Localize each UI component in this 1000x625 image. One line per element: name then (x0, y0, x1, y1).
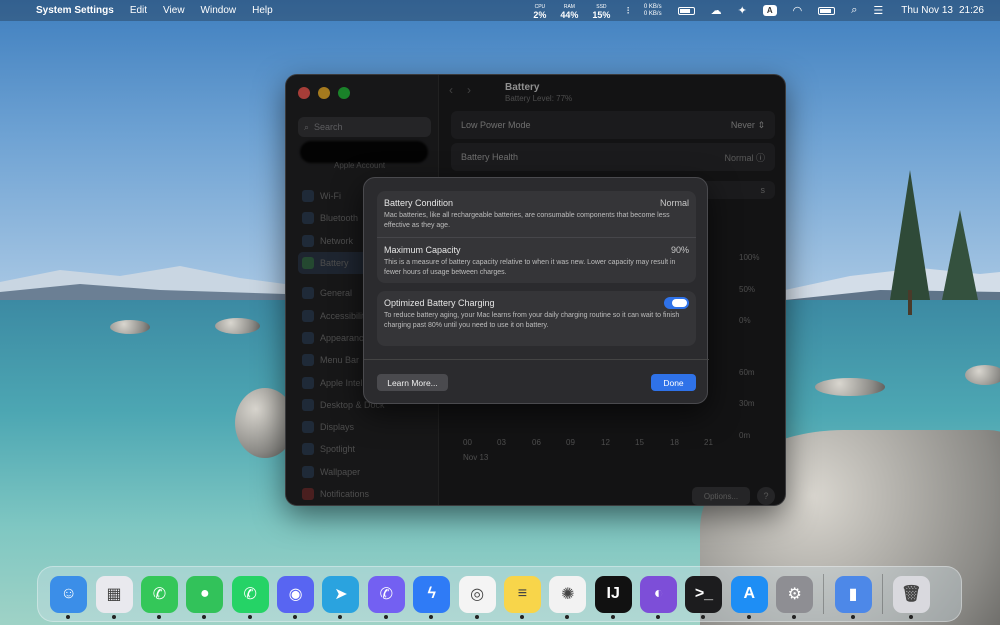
running-indicator (338, 614, 343, 619)
github-desktop-icon[interactable]: ◐ (640, 575, 678, 619)
optimized-charging-section: Optimized Battery Charging To reduce bat… (377, 291, 696, 330)
network-speed[interactable]: 0 KB/s 0 KB/s (644, 4, 662, 18)
cpu-stat-value: 2% (533, 9, 547, 20)
menu-time: 21:26 (958, 5, 984, 16)
menu-view[interactable]: View (163, 5, 185, 16)
menu-bar-extras: CPU 2% RAM 44% SSD 15% ⁝ 0 KB/s 0 KB/s ☁… (519, 0, 990, 21)
dock-divider (823, 574, 825, 614)
chrome-icon[interactable]: ◎ (458, 575, 496, 619)
messages-icon[interactable]: ● (186, 575, 224, 619)
launchpad-icon[interactable]: ▦ (95, 575, 133, 619)
discord-icon[interactable]: ◉ (277, 575, 315, 619)
cloud-icon[interactable]: ☁ (711, 4, 722, 17)
intellij-icon[interactable]: IJ (594, 575, 632, 619)
ssd-stat-value: 15% (592, 9, 611, 20)
net-upload: 0 KB/s (643, 3, 662, 10)
menu-window[interactable]: Window (201, 5, 237, 16)
running-indicator (383, 614, 388, 619)
running-indicator (247, 614, 252, 619)
running-indicator (908, 614, 913, 619)
running-indicator (565, 614, 570, 619)
done-button[interactable]: Done (651, 374, 696, 391)
focus-icon[interactable]: ✦ (738, 4, 747, 17)
battery-condition-value: Normal (659, 198, 689, 208)
menu-edit[interactable]: Edit (130, 5, 147, 16)
menu-clock[interactable]: Thu Nov 13 21:26 (901, 5, 990, 16)
wallpaper-rock (110, 320, 150, 334)
menu-bar: System Settings Edit View Window Help CP… (0, 0, 1000, 21)
wallpaper-rock (815, 378, 885, 396)
optimized-charging-toggle[interactable] (664, 297, 689, 309)
control-center-icon[interactable]: ☰ (873, 4, 883, 17)
optimized-charging-title: Optimized Battery Charging (384, 298, 495, 308)
finder-icon[interactable]: ☺ (50, 575, 88, 619)
wallpaper-trees (890, 170, 978, 315)
running-indicator (792, 614, 797, 619)
running-indicator (519, 614, 524, 619)
ram-stat-value: 44% (560, 9, 579, 20)
running-indicator (746, 614, 751, 619)
battery-icon[interactable] (818, 6, 836, 15)
battery-info-card: Battery Condition Normal Mac batteries, … (377, 191, 696, 283)
telegram-icon[interactable]: ➤ (322, 575, 360, 619)
whatsapp-icon[interactable]: ✆ (231, 575, 269, 619)
wallpaper-rock (965, 365, 1000, 385)
notes-icon[interactable]: ≡ (503, 575, 541, 619)
maximum-capacity-section: Maximum Capacity 90% This is a measure o… (377, 237, 696, 283)
input-source-badge: A (762, 5, 777, 16)
battery-status-icon[interactable] (677, 6, 695, 15)
battery-condition-description: Mac batteries, like all rechargeable bat… (384, 212, 670, 229)
wifi-icon[interactable]: ◠ (793, 4, 803, 17)
spotlight-search-icon[interactable]: ⌕ (851, 4, 857, 17)
battery-condition-title: Battery Condition (384, 198, 454, 208)
input-source-icon[interactable]: A (762, 5, 777, 16)
terminal-icon[interactable]: >_ (685, 575, 723, 619)
battery-health-sheet: Battery Condition Normal Mac batteries, … (363, 177, 709, 404)
running-indicator (610, 614, 615, 619)
battery-condition-section: Battery Condition Normal Mac batteries, … (377, 191, 696, 237)
menu-help[interactable]: Help (252, 5, 273, 16)
sensors-icon[interactable]: ⁝ (626, 4, 630, 17)
running-indicator (293, 614, 298, 619)
battery-app-icon[interactable]: ▮ (834, 575, 872, 619)
chatgpt-icon[interactable]: ✺ (549, 575, 587, 619)
running-indicator (66, 614, 71, 619)
messenger-icon[interactable]: ϟ (413, 575, 451, 619)
optimized-charging-card: Optimized Battery Charging To reduce bat… (377, 291, 696, 346)
ssd-stat[interactable]: SSD 15% (592, 3, 611, 20)
running-indicator (656, 614, 661, 619)
dock: ☺ ▦ ✆ ● ✆ ◉ ➤ ✆ ϟ ◎ ≡ ✺ IJ ◐ >_ A ⚙ ▮ 🗑 (37, 566, 962, 622)
net-download: 0 KB/s (643, 10, 662, 17)
cpu-stat[interactable]: CPU 2% (533, 3, 547, 20)
menu-app-name[interactable]: System Settings (36, 5, 114, 16)
dock-divider (881, 574, 883, 614)
system-settings-icon[interactable]: ⚙ (776, 575, 814, 619)
maximum-capacity-value: 90% (670, 245, 689, 255)
running-indicator (202, 614, 207, 619)
learn-more-button[interactable]: Learn More... (377, 374, 448, 391)
wallpaper-rock (215, 318, 260, 334)
running-indicator (156, 614, 161, 619)
menu-date: Thu Nov 13 (901, 5, 953, 16)
ram-stat[interactable]: RAM 44% (560, 3, 579, 20)
viber-icon[interactable]: ✆ (367, 575, 405, 619)
running-indicator (111, 614, 116, 619)
running-indicator (474, 614, 479, 619)
app-store-icon[interactable]: A (730, 575, 768, 619)
running-indicator (850, 614, 855, 619)
running-indicator (701, 614, 706, 619)
maximum-capacity-description: This is a measure of battery capacity re… (384, 259, 676, 276)
trash-icon[interactable]: 🗑 (892, 575, 930, 619)
phone-icon[interactable]: ✆ (140, 575, 178, 619)
optimized-charging-description: To reduce battery aging, your Mac learns… (384, 312, 680, 329)
running-indicator (429, 614, 434, 619)
sheet-divider (364, 359, 709, 360)
maximum-capacity-title: Maximum Capacity (384, 245, 461, 255)
